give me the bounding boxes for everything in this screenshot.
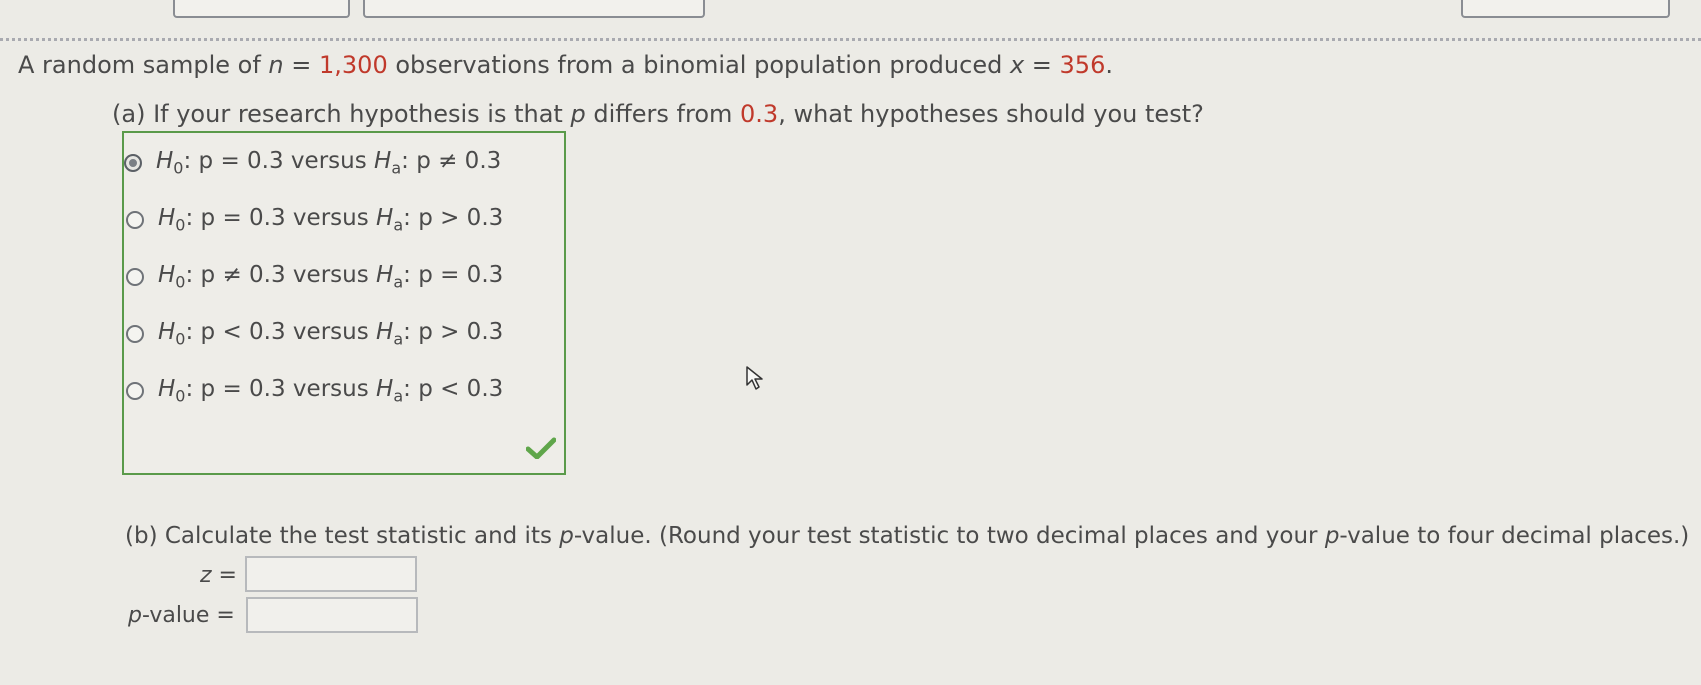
hypothesis-option-label: H0: p = 0.3 versus Ha: p > 0.3 <box>158 205 504 235</box>
mouse-cursor-icon <box>746 366 763 390</box>
top-input-3[interactable] <box>1461 0 1670 18</box>
radio-unselected-icon[interactable] <box>126 324 144 343</box>
hypothesis-option-1[interactable]: H0: p = 0.3 versus Ha: p ≠ 0.3 <box>124 148 501 178</box>
section-divider <box>0 38 1701 41</box>
top-input-1[interactable] <box>173 0 350 18</box>
radio-selected-icon[interactable] <box>124 153 142 172</box>
checkmark-icon <box>526 437 556 459</box>
hypothesis-option-3[interactable]: H0: p ≠ 0.3 versus Ha: p = 0.3 <box>126 262 503 292</box>
radio-unselected-icon[interactable] <box>126 381 144 400</box>
part-a-prompt: (a) If your research hypothesis is that … <box>112 100 1204 128</box>
top-input-2[interactable] <box>363 0 705 18</box>
pvalue-input[interactable] <box>246 597 418 633</box>
radio-unselected-icon[interactable] <box>126 210 144 229</box>
radio-unselected-icon[interactable] <box>126 267 144 286</box>
hypothesis-option-5[interactable]: H0: p = 0.3 versus Ha: p < 0.3 <box>126 376 503 406</box>
pvalue-label: p-value = <box>128 603 235 628</box>
answer-options-box: H0: p = 0.3 versus Ha: p ≠ 0.3 H0: p = 0.… <box>122 131 566 475</box>
question-intro: A random sample of n = 1,300 observation… <box>18 51 1113 79</box>
hypothesis-option-4[interactable]: H0: p < 0.3 versus Ha: p > 0.3 <box>126 319 503 349</box>
hypothesis-option-2[interactable]: H0: p = 0.3 versus Ha: p > 0.3 <box>126 205 503 235</box>
hypothesis-option-label: H0: p < 0.3 versus Ha: p > 0.3 <box>158 319 504 349</box>
z-input[interactable] <box>245 556 417 592</box>
hypothesis-option-label: H0: p = 0.3 versus Ha: p < 0.3 <box>158 376 504 406</box>
part-b-prompt: (b) Calculate the test statistic and its… <box>125 523 1690 549</box>
z-label: z = <box>200 563 237 588</box>
hypothesis-option-label: H0: p = 0.3 versus Ha: p ≠ 0.3 <box>156 148 502 178</box>
x-value: 356 <box>1059 51 1106 79</box>
hypothesis-option-label: H0: p ≠ 0.3 versus Ha: p = 0.3 <box>158 262 504 292</box>
n-value: 1,300 <box>319 51 388 79</box>
